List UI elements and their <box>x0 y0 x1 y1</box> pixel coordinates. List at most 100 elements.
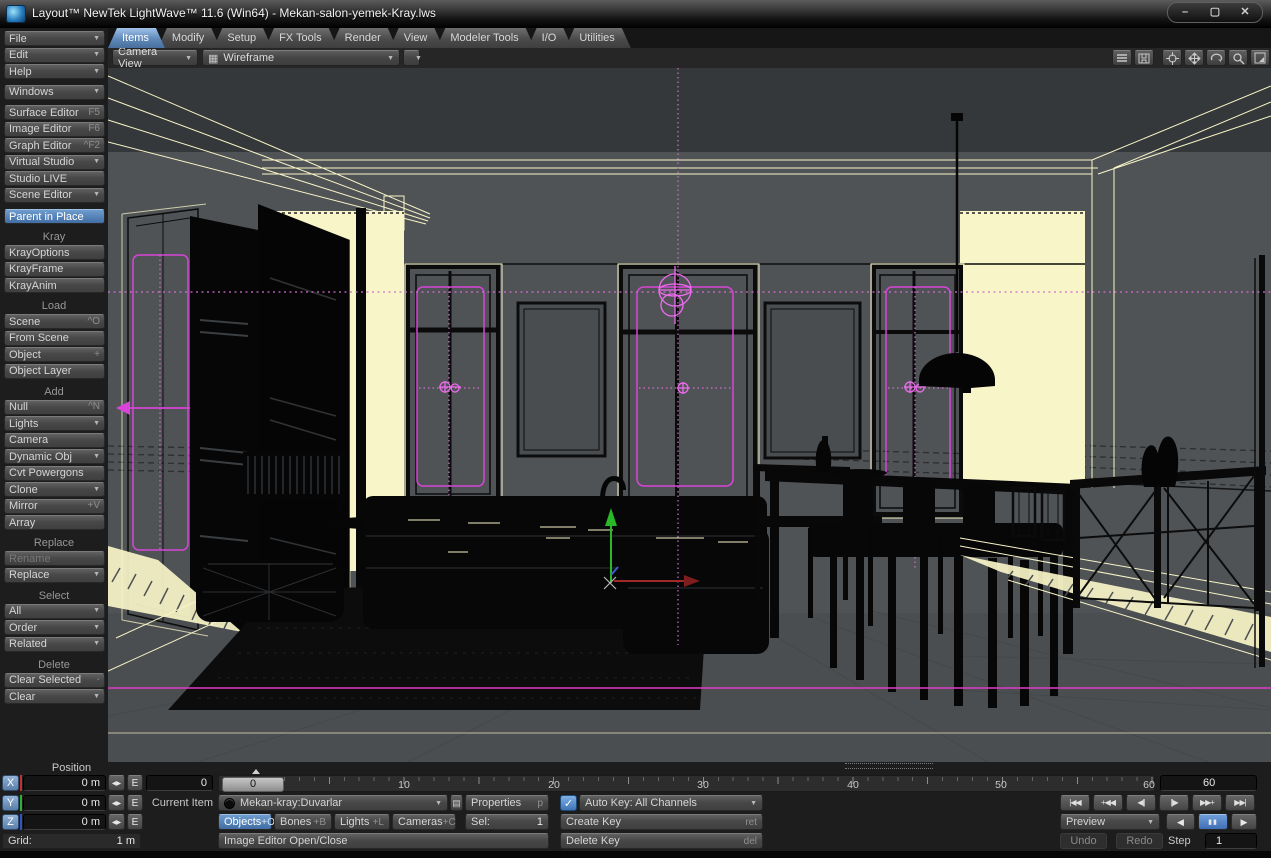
autokey-dropdown[interactable]: Auto Key: All Channels ▼ <box>579 795 763 811</box>
delete-key-button[interactable]: Delete Key del <box>560 833 763 849</box>
create-key-button[interactable]: Create Key ret <box>560 814 763 830</box>
sidebar-item-parent-in-place[interactable]: Parent in Place <box>4 209 105 224</box>
axis-button-x[interactable]: X <box>2 775 19 791</box>
save-view-icon[interactable] <box>1134 50 1154 66</box>
sidebar-item-camera[interactable]: Camera <box>4 433 105 448</box>
sidebar-item-file[interactable]: File▼ <box>4 31 105 46</box>
redo-button[interactable]: Redo <box>1116 833 1163 849</box>
type-button-bones[interactable]: Bones+B <box>274 814 332 830</box>
view-mode-dropdown[interactable]: Camera View ▼ <box>112 50 198 66</box>
viewport-layout-icon[interactable] <box>1112 50 1132 66</box>
grid-size-display[interactable]: Grid: 1 m <box>2 833 141 849</box>
image-editor-button[interactable]: Image Editor Open/Close <box>218 833 549 849</box>
tab-modify[interactable]: Modify <box>158 28 220 48</box>
autokey-checkbox[interactable]: ✓ <box>560 795 577 811</box>
center-item-icon[interactable] <box>1162 50 1182 66</box>
current-frame-field[interactable]: 0 <box>146 775 213 791</box>
step-field[interactable]: 1 <box>1205 833 1257 849</box>
sidebar-item-label: Studio LIVE <box>9 173 67 185</box>
sidebar-item-object[interactable]: Object+ <box>4 347 105 362</box>
tab-modeler-tools[interactable]: Modeler Tools <box>436 28 534 48</box>
render-mode-dropdown[interactable]: ▦ Wireframe ▼ <box>202 50 400 66</box>
sidebar-item-from-scene[interactable]: From Scene <box>4 331 105 346</box>
sidebar-item-clear[interactable]: Clear▼ <box>4 689 105 704</box>
sidebar-item-virtual-studio[interactable]: Virtual Studio▼ <box>4 155 105 170</box>
sidebar-item-null[interactable]: Null^N <box>4 400 105 415</box>
sidebar-item-array[interactable]: Array <box>4 515 105 530</box>
minimize-viewport-icon[interactable] <box>1250 50 1270 66</box>
type-button-cameras[interactable]: Cameras+C <box>392 814 456 830</box>
undo-button[interactable]: Undo <box>1060 833 1107 849</box>
sidebar-item-all[interactable]: All▼ <box>4 604 105 619</box>
close-button[interactable]: ✕ <box>1230 4 1260 21</box>
sidebar-item-replace[interactable]: Replace▼ <box>4 568 105 583</box>
position-y-field[interactable]: 0 m <box>23 795 106 811</box>
prev-frame-button[interactable]: ◀|| <box>1126 795 1156 811</box>
nudge-x-button[interactable]: ◀▶ <box>108 775 125 791</box>
sidebar-item-scene-editor[interactable]: Scene Editor▼ <box>4 188 105 203</box>
tab-fx-tools[interactable]: FX Tools <box>265 28 338 48</box>
current-item-dropdown[interactable]: Mekan-kray:Duvarlar ▼ <box>218 795 448 811</box>
tab-utilities[interactable]: Utilities <box>565 28 630 48</box>
properties-button[interactable]: Properties p <box>465 795 549 811</box>
tab-render[interactable]: Render <box>331 28 397 48</box>
position-z-field[interactable]: 0 m <box>23 814 106 830</box>
sidebar-item-lights[interactable]: Lights▼ <box>4 416 105 431</box>
rotate-view-icon[interactable] <box>1206 50 1226 66</box>
viewport-extra-dropdown[interactable]: ▼ <box>403 50 420 66</box>
sidebar-item-cvt-powergons[interactable]: Cvt Powergons <box>4 466 105 481</box>
sidebar-item-krayanim[interactable]: KrayAnim <box>4 278 105 293</box>
sidebar-item-windows[interactable]: Windows▼ <box>4 85 105 100</box>
tab-items[interactable]: Items <box>108 28 165 48</box>
type-button-objects[interactable]: Objects+O <box>218 814 272 830</box>
sidebar-item-studio-live[interactable]: Studio LIVE <box>4 171 105 186</box>
next-key-button[interactable]: ▶▶+ <box>1192 795 1222 811</box>
end-frame-field[interactable]: 60 <box>1160 775 1257 791</box>
axis-button-z[interactable]: Z <box>2 814 19 830</box>
envelope-x-button[interactable]: E <box>127 775 143 791</box>
preview-dropdown[interactable]: Preview ▼ <box>1060 814 1160 830</box>
sidebar-item-clone[interactable]: Clone▼ <box>4 482 105 497</box>
sidebar-item-mirror[interactable]: Mirror+V <box>4 499 105 514</box>
pan-view-icon[interactable] <box>1184 50 1204 66</box>
step-back-button[interactable]: ◀ <box>1166 814 1195 830</box>
zoom-view-icon[interactable] <box>1228 50 1248 66</box>
envelope-z-button[interactable]: E <box>127 814 143 830</box>
minimize-button[interactable]: – <box>1170 4 1200 21</box>
tab-setup[interactable]: Setup <box>213 28 272 48</box>
envelope-y-button[interactable]: E <box>127 795 143 811</box>
play-button[interactable]: ▶ <box>1231 814 1257 830</box>
sidebar-item-order[interactable]: Order▼ <box>4 620 105 635</box>
timeline-scrubber[interactable]: 102030405060 0 <box>218 775 1155 792</box>
item-list-icon[interactable]: ▤ <box>450 795 463 811</box>
tab-i-o[interactable]: I/O <box>528 28 573 48</box>
sidebar-item-scene[interactable]: Scene^O <box>4 314 105 329</box>
type-button-lights[interactable]: Lights+L <box>334 814 390 830</box>
prev-key-button[interactable]: +◀◀ <box>1093 795 1123 811</box>
timeline-handle[interactable]: 0 <box>222 777 284 792</box>
tab-view[interactable]: View <box>390 28 444 48</box>
sidebar-item-image-editor[interactable]: Image EditorF6 <box>4 122 105 137</box>
axis-button-y[interactable]: Y <box>2 795 19 811</box>
go-start-button[interactable]: |◀◀ <box>1060 795 1090 811</box>
panel-resize-grip[interactable] <box>845 763 933 769</box>
position-x-field[interactable]: 0 m <box>23 775 106 791</box>
next-frame-button[interactable]: ||▶ <box>1159 795 1189 811</box>
sidebar-item-help[interactable]: Help▼ <box>4 64 105 79</box>
nudge-z-button[interactable]: ◀▶ <box>108 814 125 830</box>
maximize-button[interactable]: ▢ <box>1200 4 1230 21</box>
camera-viewport[interactable] <box>108 68 1271 762</box>
sidebar-item-related[interactable]: Related▼ <box>4 637 105 652</box>
sidebar-item-edit[interactable]: Edit▼ <box>4 48 105 63</box>
sidebar-item-krayoptions[interactable]: KrayOptions <box>4 245 105 260</box>
title-bar[interactable]: Layout™ NewTek LightWave™ 11.6 (Win64) -… <box>0 0 1271 28</box>
sidebar-item-graph-editor[interactable]: Graph Editor^F2 <box>4 138 105 153</box>
sidebar-item-krayframe[interactable]: KrayFrame <box>4 262 105 277</box>
sidebar-item-clear-selected[interactable]: Clear Selected- <box>4 673 105 688</box>
sidebar-item-object-layer[interactable]: Object Layer <box>4 364 105 379</box>
go-end-button[interactable]: ▶▶| <box>1225 795 1255 811</box>
sidebar-item-surface-editor[interactable]: Surface EditorF5 <box>4 105 105 120</box>
pause-button[interactable]: ▮▮ <box>1198 814 1228 830</box>
sidebar-item-dynamic-obj[interactable]: Dynamic Obj▼ <box>4 449 105 464</box>
nudge-y-button[interactable]: ◀▶ <box>108 795 125 811</box>
